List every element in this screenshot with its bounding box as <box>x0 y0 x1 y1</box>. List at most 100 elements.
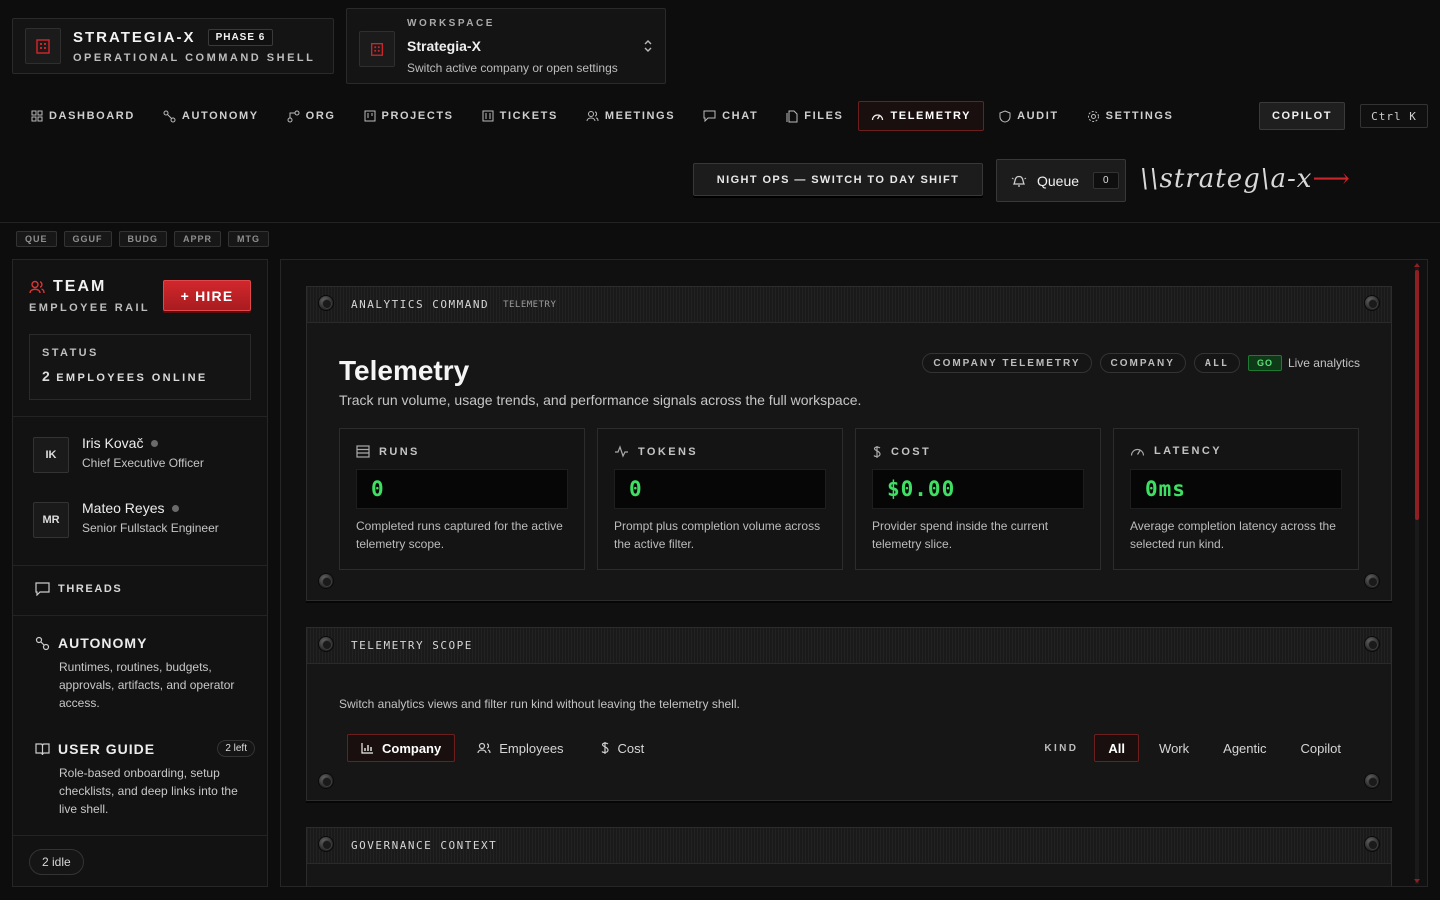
scroll-up-icon[interactable] <box>1414 263 1420 267</box>
kind-copilot[interactable]: Copilot <box>1287 734 1355 762</box>
metric-screen: $0.00 <box>872 469 1084 509</box>
header-divider <box>0 222 1440 223</box>
copilot-button[interactable]: COPILOT <box>1259 102 1345 130</box>
bell-icon <box>1011 175 1027 187</box>
metric-value: 0 <box>629 477 643 501</box>
chat-icon <box>703 110 716 122</box>
metric-label: LATENCY <box>1154 445 1222 457</box>
employee-role: Chief Executive Officer <box>82 456 204 470</box>
bolt-icon <box>318 295 334 311</box>
live-analytics-label: Live analytics <box>1287 356 1360 370</box>
pulse-icon <box>615 445 628 458</box>
metric-card-tokens: TOKENS 0 Prompt plus completion volume a… <box>597 428 843 570</box>
shift-toggle-button[interactable]: NIGHT OPS — SWITCH TO DAY SHIFT <box>693 163 983 196</box>
threads-label: THREADS <box>58 583 123 595</box>
nav-label: MEETINGS <box>604 110 676 122</box>
kind-all[interactable]: All <box>1094 734 1140 762</box>
nav-label: FILES <box>804 110 844 122</box>
scroll-down-icon[interactable] <box>1414 879 1420 883</box>
nav-tickets[interactable]: TICKETS <box>469 101 571 131</box>
building-icon <box>25 28 61 64</box>
nav-chat[interactable]: CHAT <box>690 101 771 131</box>
tab-company[interactable]: Company <box>347 734 456 762</box>
bolt-icon <box>1364 836 1380 852</box>
gear-icon <box>1087 110 1099 122</box>
view-tabs: Company Employees Cost <box>347 734 658 762</box>
tab-label: Employees <box>499 740 564 756</box>
nav-dashboard[interactable]: DASHBOARD <box>18 101 148 131</box>
employee-item[interactable]: MR Mateo Reyes Senior Fullstack Engineer <box>33 500 219 538</box>
chip-queue[interactable]: QUE <box>16 231 57 247</box>
employee-item[interactable]: IK Iris Kovač Chief Executive Officer <box>33 435 204 473</box>
metric-value: $0.00 <box>887 477 956 501</box>
hire-button[interactable]: + HIRE <box>163 280 251 311</box>
governance-panel: GOVERNANCE CONTEXT <box>306 827 1392 886</box>
nav-audit[interactable]: AUDIT <box>986 101 1072 131</box>
queue-button[interactable]: Queue 0 <box>996 159 1126 202</box>
metric-screen: 0 <box>614 469 826 509</box>
chip-budget[interactable]: BUDG <box>118 231 168 247</box>
main-nav: DASHBOARD AUTONOMY ORG PROJECTS TICKETS … <box>18 101 1188 131</box>
grid-icon <box>31 110 43 122</box>
threads-link[interactable]: THREADS <box>35 582 122 596</box>
team-subtitle: EMPLOYEE RAIL <box>29 302 151 314</box>
kind-agentic[interactable]: Agentic <box>1209 734 1280 762</box>
bolt-icon <box>318 573 334 589</box>
metric-label: COST <box>891 446 932 458</box>
autonomy-section[interactable]: AUTONOMY Runtimes, routines, budgets, ap… <box>35 635 255 712</box>
metric-card-cost: COST $0.00 Provider spend inside the cur… <box>855 428 1101 570</box>
metric-description: Prompt plus completion volume across the… <box>614 519 821 551</box>
tab-employees[interactable]: Employees <box>463 734 577 762</box>
divider <box>13 565 267 566</box>
metric-value: 0 <box>371 477 385 501</box>
brand-block[interactable]: STRATEGIA-X PHASE 6 OPERATIONAL COMMAND S… <box>12 18 334 74</box>
team-title: TEAM <box>53 278 107 295</box>
gauge-icon <box>872 114 884 121</box>
kind-work[interactable]: Work <box>1145 734 1203 762</box>
chip-gguf[interactable]: GGUF <box>63 231 112 247</box>
command-shortcut[interactable]: Ctrl K <box>1360 104 1428 128</box>
bolt-icon <box>1364 573 1380 589</box>
nav-label: AUDIT <box>1017 110 1059 122</box>
idle-badge[interactable]: 2 idle <box>29 849 84 875</box>
metric-description: Average completion latency across the se… <box>1130 519 1336 551</box>
nav-label: SETTINGS <box>1105 110 1174 122</box>
org-icon <box>287 110 300 122</box>
panel-title: ANALYTICS COMMAND <box>351 298 490 311</box>
analytics-panel: ANALYTICS COMMAND TELEMETRY Telemetry Tr… <box>306 286 1392 601</box>
panel-header: ANALYTICS COMMAND TELEMETRY <box>307 287 1391 323</box>
nav-telemetry[interactable]: TELEMETRY <box>858 101 985 131</box>
nav-files[interactable]: FILES <box>773 101 856 131</box>
nav-autonomy[interactable]: AUTONOMY <box>150 101 272 131</box>
workspace-switcher[interactable]: WORKSPACE Strategia-X Switch active comp… <box>346 8 666 84</box>
pill-all: ALL <box>1193 353 1240 373</box>
online-count: 2 <box>42 368 53 384</box>
nav-meetings[interactable]: MEETINGS <box>573 101 688 131</box>
chip-meetings[interactable]: MTG <box>228 231 270 247</box>
divider <box>13 416 267 417</box>
nav-projects[interactable]: PROJECTS <box>351 101 467 131</box>
chip-approvals[interactable]: APPR <box>174 231 222 247</box>
scope-pills: COMPANY TELEMETRY COMPANY ALL GO Live an… <box>922 353 1360 373</box>
nav-org[interactable]: ORG <box>274 101 349 131</box>
panel-title: GOVERNANCE CONTEXT <box>351 839 498 852</box>
nav-label: ORG <box>305 110 336 122</box>
tab-cost[interactable]: Cost <box>586 734 659 762</box>
metric-value: 0ms <box>1145 477 1186 501</box>
metric-card-runs: RUNS 0 Completed runs captured for the a… <box>339 428 585 570</box>
presence-dot <box>151 439 159 447</box>
user-guide-section[interactable]: USER GUIDE 2 left Role-based onboarding, … <box>35 740 255 818</box>
users-icon <box>586 111 599 122</box>
avatar: IK <box>33 437 69 473</box>
queue-count: 0 <box>1093 172 1119 189</box>
queue-label: Queue <box>1037 172 1080 189</box>
bar-chart-icon <box>361 743 373 754</box>
metric-screen: 0ms <box>1130 469 1342 509</box>
team-header: TEAM EMPLOYEE RAIL <box>29 278 150 314</box>
bolt-icon <box>318 773 334 789</box>
metric-screen: 0 <box>356 469 568 509</box>
workspace-subtitle: Switch active company or open settings <box>407 61 618 75</box>
nav-settings[interactable]: SETTINGS <box>1074 101 1187 131</box>
scrollbar-thumb[interactable] <box>1415 270 1419 520</box>
status-box: STATUS 2 EMPLOYEES ONLINE <box>29 334 251 400</box>
